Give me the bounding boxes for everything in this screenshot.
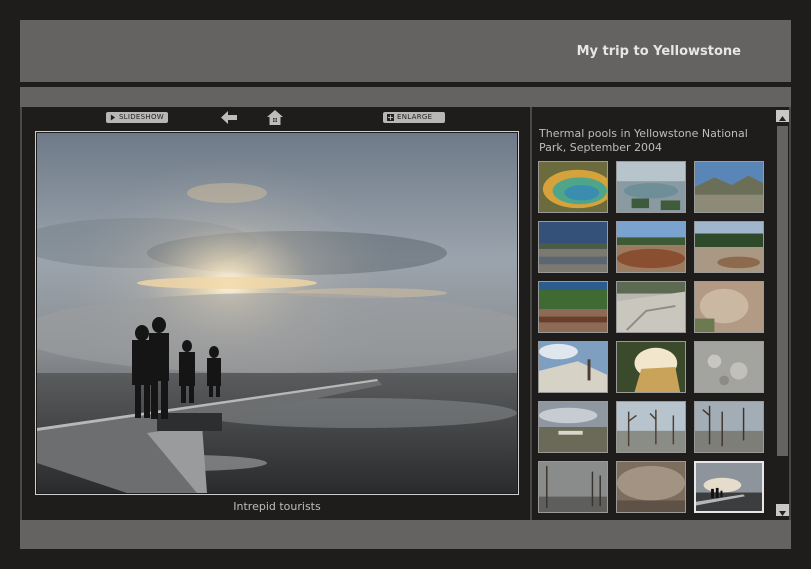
thumbnail[interactable] (616, 461, 686, 513)
header-bar: My trip to Yellowstone (20, 20, 791, 82)
home-icon[interactable] (267, 110, 283, 125)
scrollbar-thumb[interactable] (777, 126, 788, 456)
gallery-scrollbar[interactable] (775, 108, 789, 518)
right-border (789, 107, 791, 520)
slideshow-button[interactable]: SLIDESHOW (106, 112, 168, 123)
thumbnail[interactable] (616, 281, 686, 333)
footer-bar (20, 520, 791, 549)
thumbnail[interactable] (616, 341, 686, 393)
page-title: My trip to Yellowstone (576, 44, 741, 59)
thumbnail[interactable] (538, 401, 608, 453)
thumbnail[interactable] (616, 401, 686, 453)
gallery-title: Thermal pools in Yellowstone National Pa… (539, 127, 748, 154)
scroll-down-button[interactable] (776, 504, 789, 516)
photo-caption: Intrepid tourists (233, 500, 321, 513)
play-icon (110, 114, 116, 121)
thumbnail[interactable] (538, 281, 608, 333)
enlarge-label: ENLARGE (397, 113, 433, 121)
thumbnail[interactable] (538, 221, 608, 273)
thumbnail[interactable] (616, 221, 686, 273)
main-photo[interactable] (35, 131, 519, 495)
tourists-photo (37, 133, 517, 493)
thumbnail[interactable] (694, 221, 764, 273)
scroll-up-button[interactable] (776, 110, 789, 122)
thumbnail-selected[interactable] (694, 461, 764, 513)
left-border (20, 107, 22, 520)
thumbnail[interactable] (694, 341, 764, 393)
slideshow-label: SLIDESHOW (118, 113, 164, 121)
plus-icon (387, 114, 394, 121)
thumbnail[interactable] (694, 281, 764, 333)
left-arrow-icon[interactable] (221, 111, 237, 124)
thumbnail[interactable] (616, 161, 686, 213)
triangle-down-icon (779, 511, 786, 516)
enlarge-button[interactable]: ENLARGE (383, 112, 445, 123)
triangle-up-icon (779, 116, 786, 121)
thumbnail[interactable] (538, 461, 608, 513)
thumbnail[interactable] (538, 341, 608, 393)
thumbnail[interactable] (538, 161, 608, 213)
thumbnail[interactable] (694, 161, 764, 213)
thumbnail[interactable] (694, 401, 764, 453)
panel-divider (530, 107, 532, 520)
sub-bar (20, 87, 791, 107)
